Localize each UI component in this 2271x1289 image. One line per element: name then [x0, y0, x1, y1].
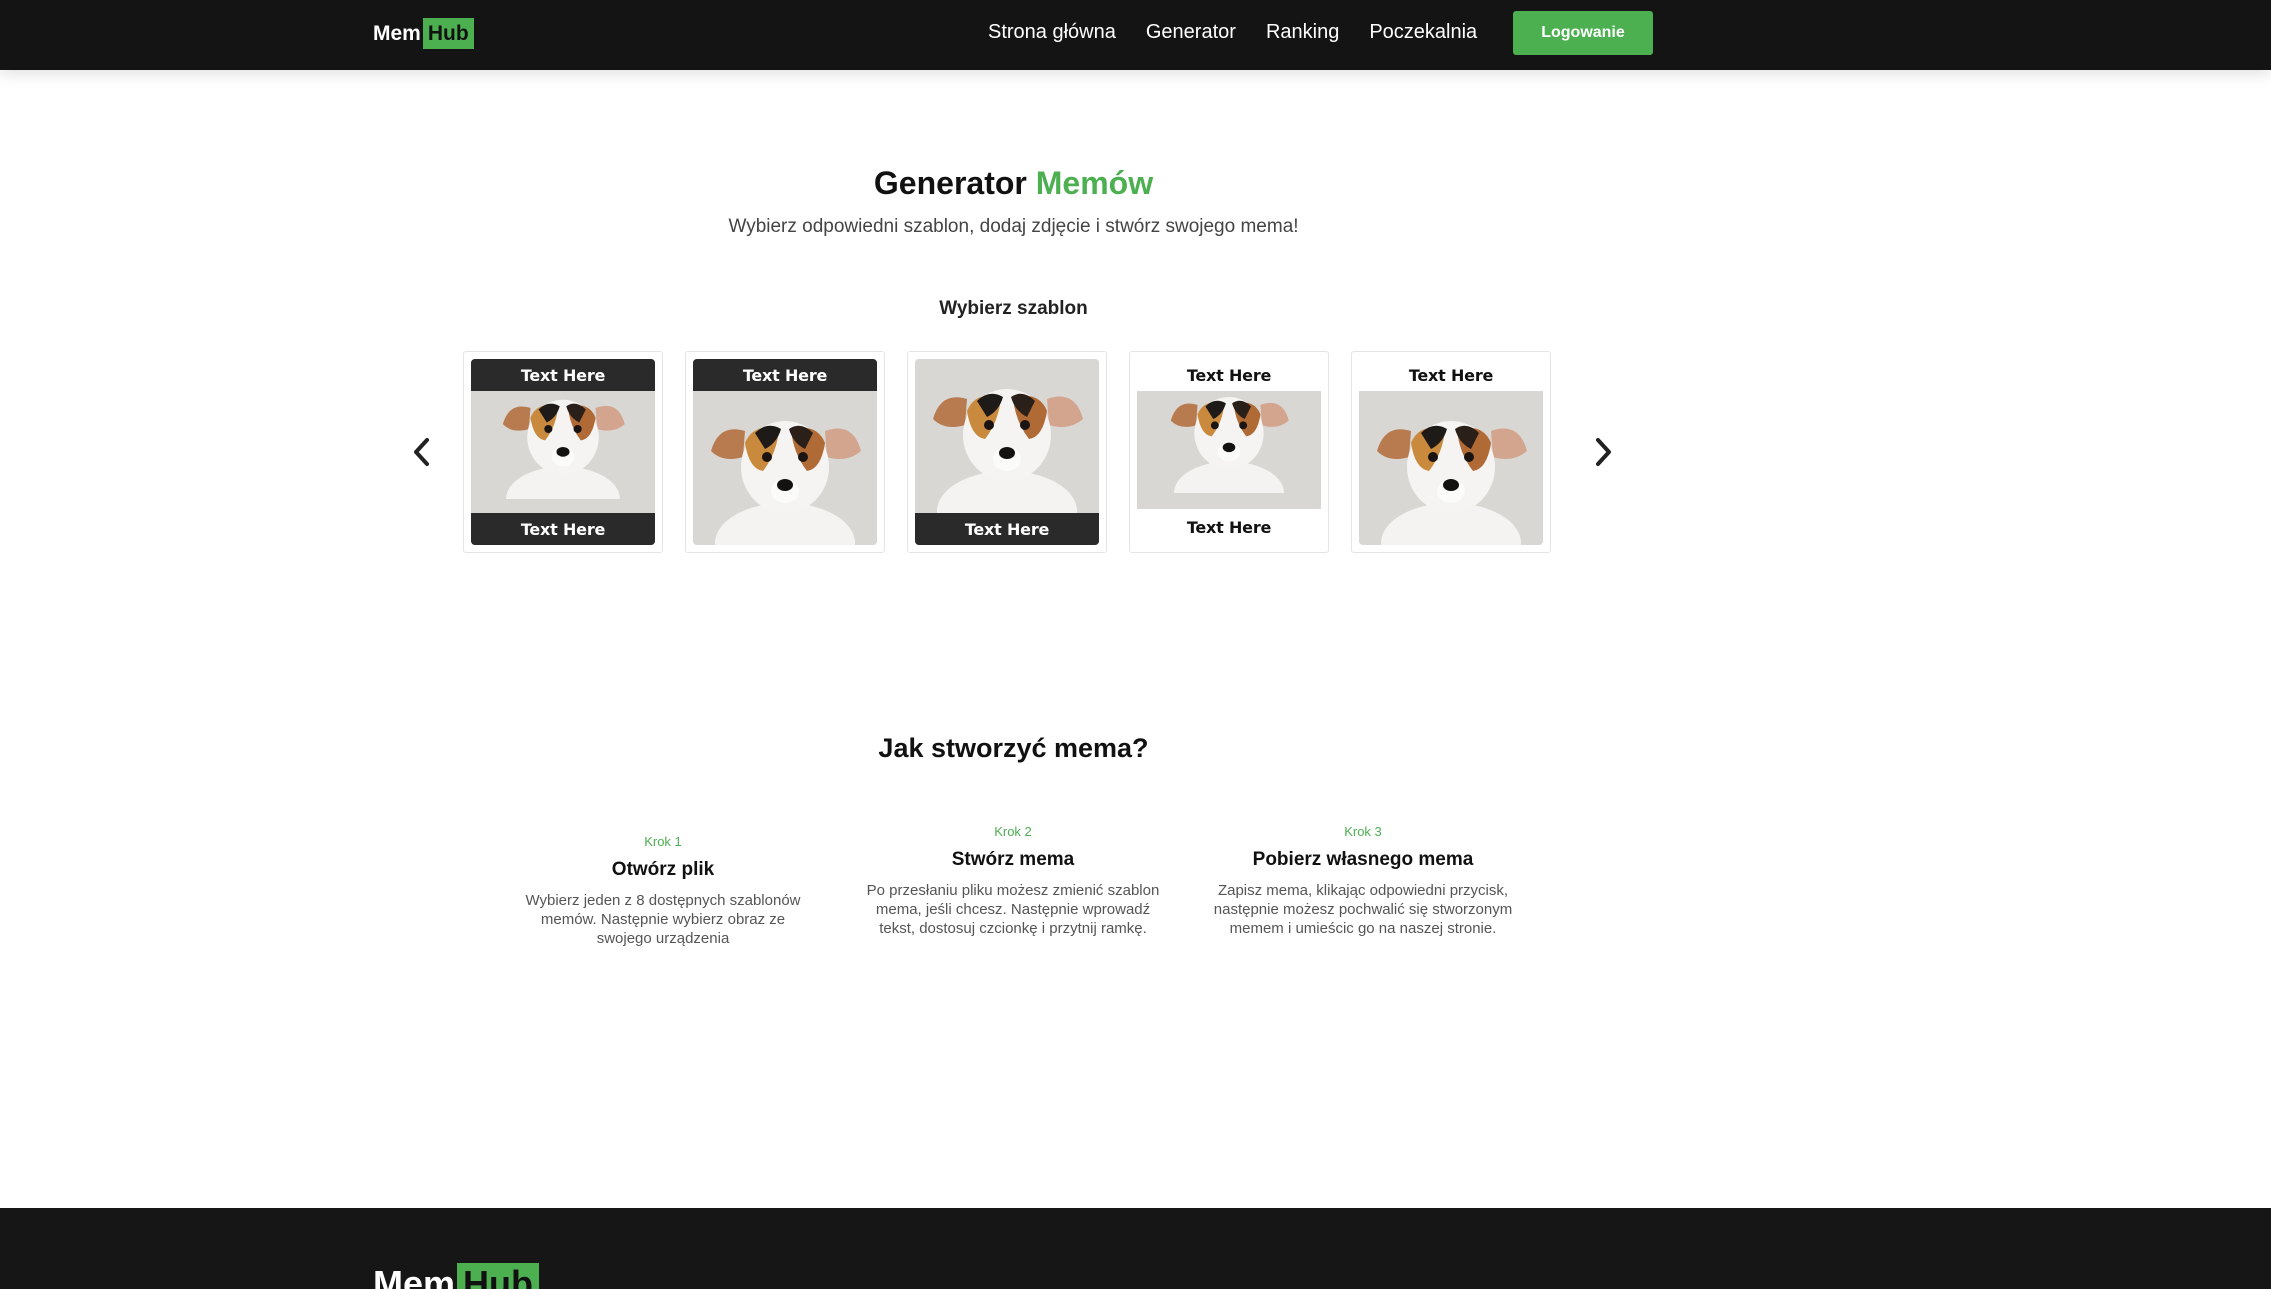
template-card-4[interactable]: Text Here Text Here: [1129, 351, 1329, 553]
step-2-description: Po przesłaniu pliku możesz zmienić szabl…: [866, 882, 1160, 937]
dog-image: [915, 359, 1099, 513]
template-card-3[interactable]: Text Here: [907, 351, 1107, 553]
nav-link-home[interactable]: Strona główna: [988, 21, 1116, 44]
dog-image: [693, 391, 877, 545]
step-2-title: Stwórz mema: [951, 849, 1075, 870]
step-3: Krok 3 Pobierz własnego mema Zapisz mema…: [1213, 824, 1513, 938]
page-title-accent: Memów: [1035, 165, 1154, 201]
page-title: Generator Memów: [0, 165, 2027, 202]
step-1-title: Otwórz plik: [611, 859, 715, 880]
footer-logo-mem: Mem: [373, 1263, 456, 1289]
page-subtitle: Wybierz odpowiedni szablon, dodaj zdjęci…: [728, 216, 1299, 237]
brand-logo[interactable]: Mem Hub: [373, 18, 474, 49]
template-card-1[interactable]: Text Here Text Here: [463, 351, 663, 553]
top-navbar: Mem Hub Strona główna Generator Ranking P…: [0, 0, 2271, 70]
footer-logo[interactable]: Mem Hub: [373, 1263, 540, 1289]
brand-logo-mem: Mem: [373, 21, 421, 45]
dog-image: [471, 391, 655, 513]
template-1-bottom-caption: Text Here: [471, 513, 655, 545]
template-2-top-caption: Text Here: [693, 359, 877, 391]
template-1-top-caption: Text Here: [471, 359, 655, 391]
how-to-title: Jak stworzyć mema?: [878, 733, 1149, 763]
template-4-top-caption: Text Here: [1137, 359, 1321, 391]
template-3-bottom-caption: Text Here: [915, 513, 1099, 545]
dog-image: [1137, 391, 1321, 509]
template-card-2[interactable]: Text Here: [685, 351, 885, 553]
step-1-label: Krok 1: [644, 834, 682, 849]
page-title-main: Generator: [873, 165, 1027, 201]
nav-link-generator[interactable]: Generator: [1146, 21, 1236, 44]
chevron-right-icon: [1596, 438, 1611, 466]
footer-logo-hub: Hub: [457, 1263, 540, 1289]
template-5-top-caption: Text Here: [1359, 359, 1543, 391]
step-3-label: Krok 3: [1344, 824, 1382, 839]
brand-logo-hub: Hub: [422, 18, 474, 49]
template-section-heading: Wybierz szablon: [939, 298, 1088, 319]
dog-image: [1359, 391, 1543, 545]
template-card-5[interactable]: Text Here: [1351, 351, 1551, 553]
step-2: Krok 2 Stwórz mema Po przesłaniu pliku m…: [863, 824, 1163, 938]
step-2-label: Krok 2: [994, 824, 1032, 839]
step-3-description: Zapisz mema, klikając odpowiedni przycis…: [1213, 882, 1513, 937]
carousel-prev-button[interactable]: [402, 432, 442, 472]
footer: Mem Hub: [0, 1208, 2271, 1289]
template-4-bottom-caption: Text Here: [1137, 509, 1321, 545]
login-button[interactable]: Logowanie: [1513, 11, 1653, 55]
step-1-description: Wybierz jeden z 8 dostępnych szablonów m…: [525, 892, 801, 947]
nav-link-waiting-room[interactable]: Poczekalnia: [1369, 21, 1477, 44]
step-3-title: Pobierz własnego mema: [1252, 849, 1474, 870]
nav-link-ranking[interactable]: Ranking: [1266, 21, 1339, 44]
step-1: Krok 1 Otwórz plik Wybierz jeden z 8 dos…: [513, 834, 813, 948]
chevron-left-icon: [414, 438, 429, 466]
carousel-next-button[interactable]: [1583, 432, 1623, 472]
nav-links: Strona główna Generator Ranking Poczekal…: [988, 21, 1507, 44]
